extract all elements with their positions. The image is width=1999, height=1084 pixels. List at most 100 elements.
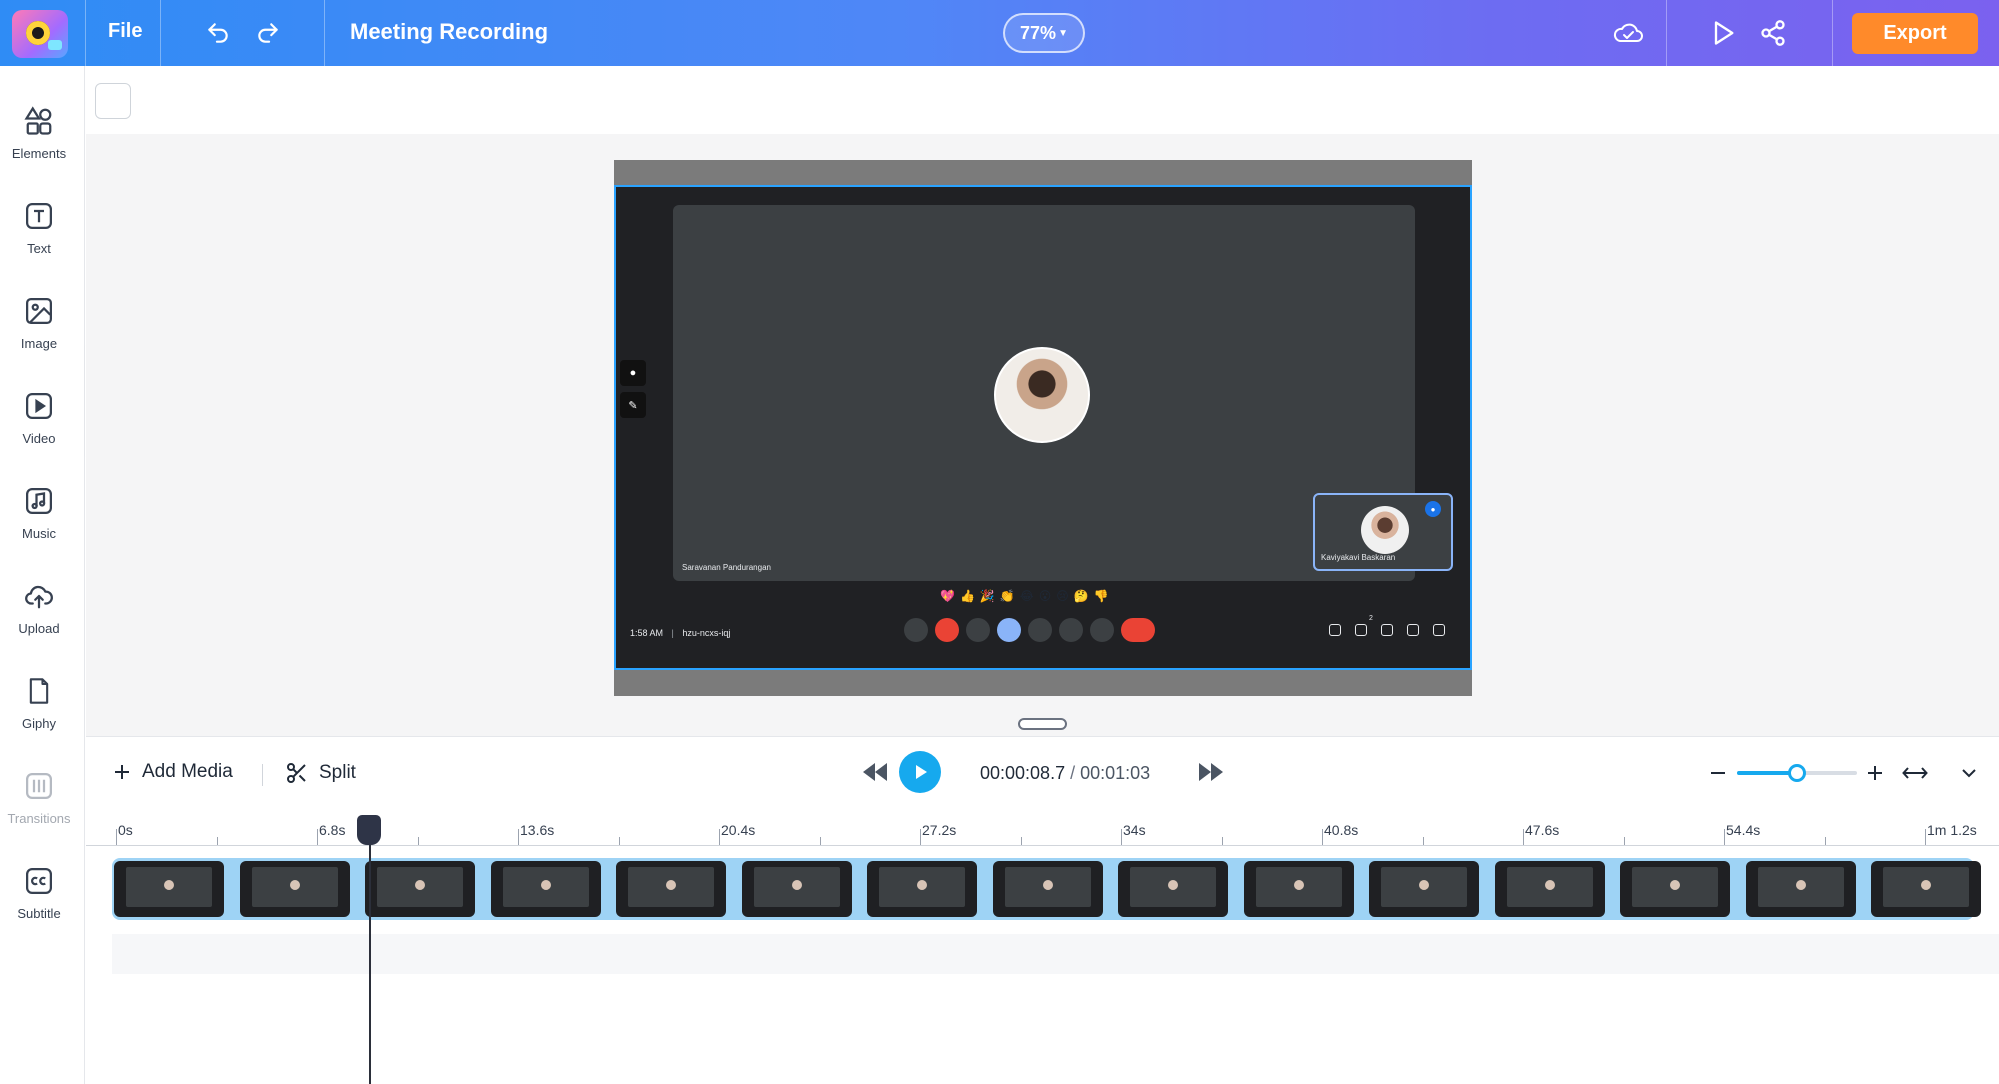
text-icon [22,199,56,233]
ruler-major-tick [1121,829,1122,845]
thumbnail-avatar [1293,880,1304,890]
zoom-in-icon[interactable] [1864,762,1886,784]
project-title[interactable]: Meeting Recording [350,19,548,45]
sidebar-item-upload[interactable]: Upload [0,571,78,651]
emoji-icon [997,618,1021,642]
zoom-select[interactable]: 77% ▼ [1003,13,1085,53]
track-thumbnail [1745,861,1856,917]
music-icon [22,484,56,518]
file-menu[interactable]: File [108,20,142,43]
ruler-label: 40.8s [1324,822,1359,838]
divider: | [671,628,674,638]
preview-play-icon[interactable] [1708,18,1738,48]
upload-cloud-icon [22,579,56,613]
meeting-main-tile: Saravanan Pandurangan [673,205,1415,581]
shapes-icon [22,104,56,138]
zoom-level: 77% [1020,22,1057,43]
thumbnail-avatar [1419,880,1429,890]
background-color-swatch[interactable] [95,83,131,119]
ruler-label: 0s [118,822,133,838]
ruler-major-tick [1322,829,1323,845]
present-icon [1028,618,1052,642]
total-time: 00:01:03 [1080,763,1151,783]
redo-icon[interactable] [253,18,283,48]
pip-avatar [1361,506,1409,554]
fast-forward-icon[interactable] [1196,759,1226,785]
people-icon [1355,624,1367,636]
audio-wave-icon: ● [1425,501,1441,517]
selected-video-clip[interactable]: Saravanan Pandurangan ● ✎ ● Kaviyakavi B… [614,185,1472,670]
split-button[interactable]: Split [285,761,356,785]
ruler-major-tick [116,829,117,845]
ruler-minor-tick [216,837,218,845]
ruler-major-tick [1925,829,1926,845]
ruler-major-tick [317,829,318,845]
share-icon[interactable] [1758,18,1788,48]
sidebar-item-subtitle[interactable]: Subtitle [0,856,78,936]
track-thumbnail [1243,861,1354,917]
export-button[interactable]: Export [1852,13,1978,54]
playhead-line [369,830,371,1084]
sidebar-item-transitions[interactable]: Transitions [0,761,78,841]
sidebar-item-label: Video [22,431,56,446]
ruler-label: 13.6s [520,822,555,838]
track-thumbnail [365,861,475,917]
track-thumbnail [741,861,852,917]
ruler-label: 54.4s [1726,822,1761,838]
record-dot-icon: ● [620,360,646,386]
reaction-bar: 💖👍🎉👏😂😮😢🤔👎 [940,589,1114,603]
participant-avatar [994,347,1090,443]
thumbnail-avatar [917,880,927,890]
panel-resize-handle[interactable] [1018,718,1067,730]
ruler-major-tick [1724,829,1725,845]
pip-tile: ● Kaviyakavi Baskaran [1313,493,1453,571]
more-icon [1090,618,1114,642]
app-logo[interactable] [12,10,68,58]
sidebar-item-label: Transitions [7,811,71,826]
divider [1832,0,1833,66]
track-thumbnail [1118,861,1228,917]
ruler-minor-tick [1020,837,1022,845]
sidebar-item-elements[interactable]: Elements [0,96,78,176]
slider-knob[interactable] [1788,764,1806,782]
sidebar-item-music[interactable]: Music [0,476,78,556]
sidebar-item-text[interactable]: Text [0,191,78,271]
sidebar-item-video[interactable]: Video [0,381,78,461]
add-media-label: Add Media [142,761,233,782]
caret-down-icon: ▼ [1058,27,1068,39]
split-label: Split [319,762,356,783]
divider [85,0,86,66]
chevron-down-icon[interactable] [1957,763,1981,783]
transitions-icon [22,769,56,803]
undo-icon[interactable] [203,18,233,48]
meeting-side-icons [1329,624,1445,636]
ruler-minor-tick [1824,837,1826,845]
cc-icon [22,864,56,898]
play-button[interactable] [899,751,941,793]
thumbnail-avatar [1168,880,1178,890]
rewind-icon[interactable] [860,759,890,785]
giphy-icon [22,674,56,708]
add-media-button[interactable]: Add Media [112,761,233,783]
ruler-label: 6.8s [319,822,346,838]
sidebar-item-label: Text [27,241,51,256]
participant-count: 2 [1369,615,1373,622]
track-thumbnail [1871,861,1981,917]
zoom-out-icon[interactable] [1707,762,1729,784]
main-participant-name: Saravanan Pandurangan [682,563,771,572]
current-time: 00:00:08.7 [980,763,1066,783]
playhead-handle[interactable] [357,815,381,845]
top-bar: File Meeting Recording 77% ▼ Export [0,0,1999,66]
sidebar-item-giphy[interactable]: Giphy [0,666,78,746]
camera-off-icon [935,618,959,642]
sidebar-item-image[interactable]: Image [0,286,78,366]
thumbnail-avatar [666,880,676,890]
playback-time: 00:00:08.7 / 00:01:03 [980,763,1150,784]
ruler-major-tick [1523,829,1524,845]
timeline-zoom-slider[interactable] [1737,764,1857,782]
cloud-save-icon[interactable] [1610,18,1646,48]
thumbnail-avatar [1544,880,1555,890]
time-separator: / [1065,763,1081,783]
fit-width-icon[interactable] [1900,761,1930,785]
ruler-label: 1m 1.2s [1927,822,1977,838]
